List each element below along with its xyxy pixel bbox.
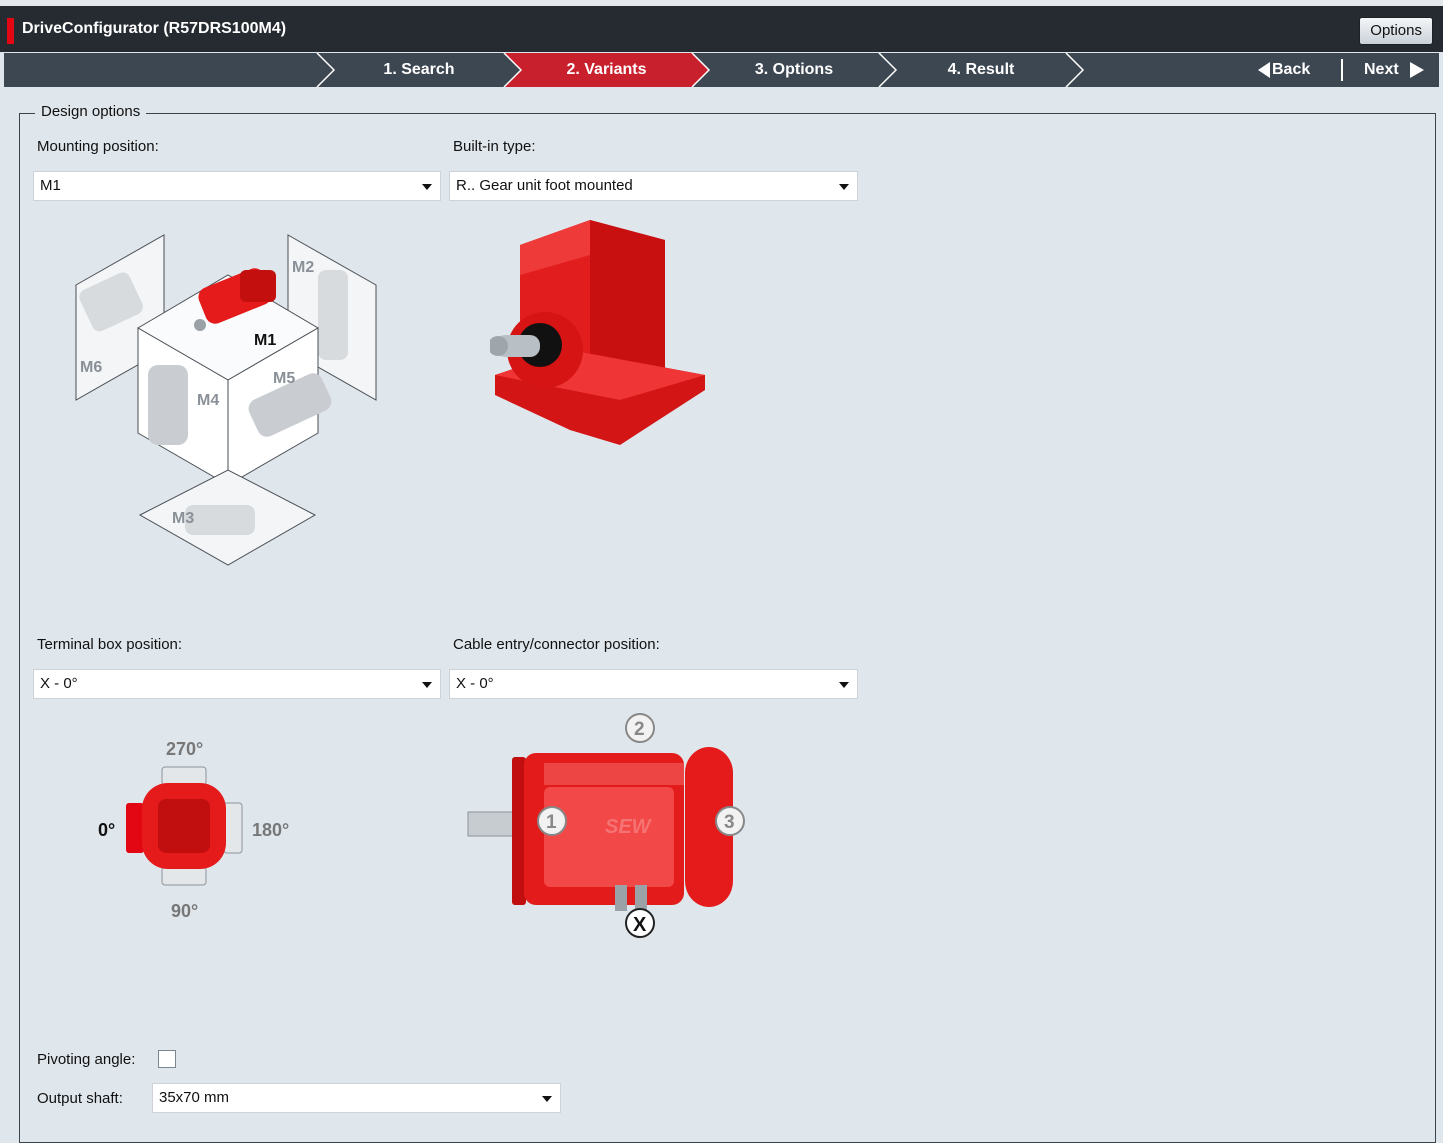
svg-text:M4: M4: [197, 392, 219, 409]
mounting-position-select[interactable]: M1: [33, 171, 441, 201]
built-in-type-value: R.. Gear unit foot mounted: [456, 177, 633, 194]
title-bar: DriveConfigurator (R57DRS100M4) Options: [0, 0, 1443, 52]
output-shaft-value: 35x70 mm: [159, 1089, 230, 1106]
design-options-legend: Design options: [35, 103, 147, 120]
chevron-down-icon: [839, 682, 849, 688]
gear-unit-image: [490, 220, 705, 445]
svg-text:M3: M3: [172, 510, 194, 527]
output-shaft-label: Output shaft:: [37, 1090, 123, 1107]
marker-x: X: [633, 914, 647, 936]
angle-270-label: 270°: [166, 739, 203, 759]
cable-entry-select[interactable]: X - 0°: [449, 669, 858, 699]
terminal-box-label: Terminal box position:: [37, 636, 183, 653]
pivoting-angle-label: Pivoting angle:: [37, 1051, 136, 1068]
mounting-position-diagram[interactable]: M1 M2 M3 M4 M5 M6: [60, 225, 390, 585]
angle-0-label: 0°: [98, 820, 115, 840]
cable-entry-diagram[interactable]: SEW 1 2 3 X: [460, 705, 760, 945]
step-variants[interactable]: 2. Variants: [521, 53, 692, 87]
svg-text:M5: M5: [273, 370, 295, 387]
chevron-down-icon: [839, 184, 849, 190]
terminal-box-select[interactable]: X - 0°: [33, 669, 441, 699]
marker-3: 3: [724, 812, 735, 833]
wizard-bar: 1. Search 2. Variants 3. Options 4. Resu…: [4, 53, 1439, 87]
svg-text:M6: M6: [80, 359, 102, 376]
chevron-down-icon: [542, 1096, 552, 1102]
mounting-position-label: Mounting position:: [37, 138, 159, 155]
svg-text:M2: M2: [292, 259, 314, 276]
chevron-down-icon: [422, 184, 432, 190]
marker-1: 1: [546, 812, 557, 833]
angle-90-label: 90°: [171, 901, 198, 921]
mounting-position-value: M1: [40, 177, 61, 194]
back-button[interactable]: Back: [1272, 53, 1310, 87]
step-result[interactable]: 4. Result: [896, 53, 1066, 87]
sew-logo-text: SEW: [605, 816, 653, 838]
svg-text:M1: M1: [254, 332, 276, 349]
step-search[interactable]: 1. Search: [334, 53, 504, 87]
pivoting-angle-checkbox[interactable]: [158, 1050, 176, 1068]
terminal-box-value: X - 0°: [40, 675, 78, 692]
angle-180-label: 180°: [252, 820, 289, 840]
terminal-box-diagram[interactable]: 270° 0° 180° 90°: [90, 735, 310, 925]
window-title: DriveConfigurator (R57DRS100M4): [22, 20, 287, 37]
next-button[interactable]: Next: [1364, 53, 1399, 87]
built-in-type-select[interactable]: R.. Gear unit foot mounted: [449, 171, 858, 201]
options-button[interactable]: Options: [1359, 17, 1433, 45]
step-options[interactable]: 3. Options: [709, 53, 879, 87]
cable-entry-label: Cable entry/connector position:: [453, 636, 660, 653]
cable-entry-value: X - 0°: [456, 675, 494, 692]
built-in-type-label: Built-in type:: [453, 138, 536, 155]
output-shaft-select[interactable]: 35x70 mm: [152, 1083, 561, 1113]
title-accent: [7, 18, 14, 44]
chevron-down-icon: [422, 682, 432, 688]
marker-2: 2: [634, 719, 645, 740]
